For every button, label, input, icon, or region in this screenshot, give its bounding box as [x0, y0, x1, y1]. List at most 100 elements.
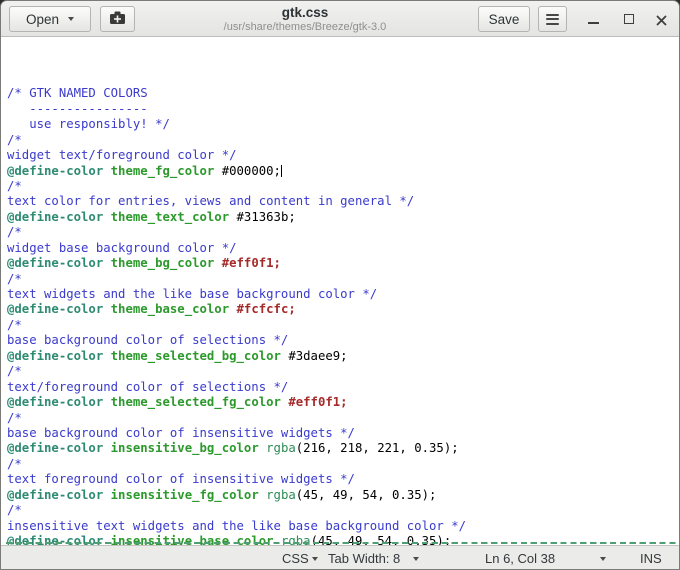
chevron-down-icon[interactable]	[312, 557, 318, 561]
save-button[interactable]: Save	[478, 6, 530, 32]
code-line[interactable]: text widgets and the like base backgroun…	[7, 287, 679, 302]
code-token: @define-color	[7, 395, 104, 410]
code-line[interactable]: text color for entries, views and conten…	[7, 194, 679, 209]
code-token: /*	[7, 364, 22, 379]
code-line[interactable]: /* GTK NAMED COLORS	[7, 86, 679, 101]
code-token: #eff0f1;	[288, 395, 348, 410]
code-token: /*	[7, 456, 22, 471]
code-token: @define-color	[7, 441, 104, 456]
code-line[interactable]: @define-color theme_fg_color #000000;	[7, 164, 679, 179]
tab-width-dropdown[interactable]: Tab Width: 8	[328, 546, 400, 569]
new-document-button[interactable]	[100, 6, 135, 32]
code-token: text widgets and the like base backgroun…	[7, 287, 378, 302]
code-token: rgba	[266, 487, 296, 502]
code-line[interactable]: /*	[7, 503, 679, 518]
gedit-window: Open gtk.css /usr/share/themes/Breeze/gt…	[0, 0, 680, 570]
hamburger-icon	[546, 13, 559, 16]
minimize-button[interactable]	[588, 22, 599, 24]
code-line[interactable]: /*	[7, 133, 679, 148]
code-line[interactable]: /*	[7, 411, 679, 426]
save-button-label: Save	[488, 11, 520, 27]
close-icon	[656, 15, 667, 26]
close-button[interactable]	[656, 13, 667, 31]
code-token: text foreground color of insensitive wid…	[7, 472, 355, 487]
status-bar: CSS Tab Width: 8 Ln 6, Col 38 INS	[1, 545, 679, 569]
code-token: @define-color	[7, 487, 104, 502]
new-document-icon	[109, 11, 126, 28]
code-line[interactable]: widget base background color */	[7, 241, 679, 256]
chevron-down-icon	[68, 17, 75, 21]
code-token: theme_selected_fg_color	[110, 395, 281, 410]
code-token: /*	[7, 225, 22, 240]
code-token: /*	[7, 503, 22, 518]
maximize-button[interactable]	[624, 14, 634, 24]
code-token: @define-color	[7, 302, 104, 317]
window-title-block: gtk.css /usr/share/themes/Breeze/gtk-3.0	[141, 5, 469, 33]
code-line[interactable]: @define-color theme_selected_bg_color #3…	[7, 349, 679, 364]
header-bar: Open gtk.css /usr/share/themes/Breeze/gt…	[1, 1, 679, 37]
code-line[interactable]: @define-color theme_bg_color #eff0f1;	[7, 256, 679, 271]
code-line[interactable]: base background color of insensitive wid…	[7, 426, 679, 441]
code-token: /* GTK NAMED COLORS	[7, 86, 148, 101]
code-token: insensitive_fg_color	[110, 487, 259, 502]
document-title: gtk.css	[281, 5, 329, 20]
code-token: /*	[7, 132, 22, 147]
chevron-down-icon[interactable]	[413, 557, 419, 561]
code-token: text/foreground color of selections */	[7, 379, 289, 394]
chevron-down-icon[interactable]	[600, 557, 606, 561]
code-token: /*	[7, 317, 22, 332]
code-line[interactable]: widget text/foreground color */	[7, 148, 679, 163]
code-line[interactable]: text/foreground color of selections */	[7, 380, 679, 395]
code-line[interactable]: @define-color insensitive_bg_color rgba(…	[7, 441, 679, 456]
code-line[interactable]: /*	[7, 457, 679, 472]
code-token: widget text/foreground color */	[7, 148, 237, 163]
code-line[interactable]: /*	[7, 272, 679, 287]
code-line[interactable]: base background color of selections */	[7, 333, 679, 348]
open-button-label: Open	[25, 11, 60, 27]
code-token: use responsibly! */	[7, 117, 170, 132]
code-line[interactable]: text foreground color of insensitive wid…	[7, 472, 679, 487]
code-line[interactable]: @define-color theme_base_color #fcfcfc;	[7, 302, 679, 317]
code-line[interactable]: insensitive text widgets and the like ba…	[7, 519, 679, 534]
code-line[interactable]: @define-color insensitive_fg_color rgba(…	[7, 488, 679, 503]
code-token: @define-color	[7, 256, 104, 271]
code-token: #3daee9;	[280, 348, 348, 363]
code-line[interactable]: use responsibly! */	[7, 117, 679, 132]
open-button[interactable]: Open	[9, 6, 91, 32]
language-dropdown[interactable]: CSS	[282, 546, 309, 569]
code-token: @define-color	[7, 163, 104, 178]
code-line[interactable]: /*	[7, 179, 679, 194]
code-token: insensitive_bg_color	[110, 441, 259, 456]
code-token: theme_selected_bg_color	[110, 348, 281, 363]
code-token: #fcfcfc;	[236, 302, 296, 317]
code-token: theme_base_color	[110, 302, 230, 317]
code-area[interactable]: /* GTK NAMED COLORS ---------------- use…	[1, 37, 679, 545]
code-token: #31363b;	[229, 209, 296, 224]
insert-mode-indicator: INS	[640, 551, 662, 566]
cursor-position-label: Ln 6, Col 38	[485, 551, 556, 566]
code-token: /*	[7, 271, 22, 286]
code-token: ----------------	[7, 101, 148, 116]
code-token: /*	[7, 178, 22, 193]
code-token: theme_bg_color	[110, 256, 215, 271]
code-line[interactable]: /*	[7, 364, 679, 379]
code-line[interactable]: /*	[7, 225, 679, 240]
code-token: (216, 218, 221, 0.35);	[295, 441, 459, 456]
code-line[interactable]: @define-color theme_selected_fg_color #e…	[7, 395, 679, 410]
code-line[interactable]: @define-color theme_text_color #31363b;	[7, 210, 679, 225]
code-token: rgba	[266, 441, 296, 456]
code-token: @define-color	[7, 209, 104, 224]
code-line[interactable]: ----------------	[7, 102, 679, 117]
code-token: #eff0f1;	[221, 256, 281, 271]
menu-button[interactable]	[538, 6, 567, 32]
code-token: base background color of insensitive wid…	[7, 425, 355, 440]
code-line[interactable]: /*	[7, 318, 679, 333]
